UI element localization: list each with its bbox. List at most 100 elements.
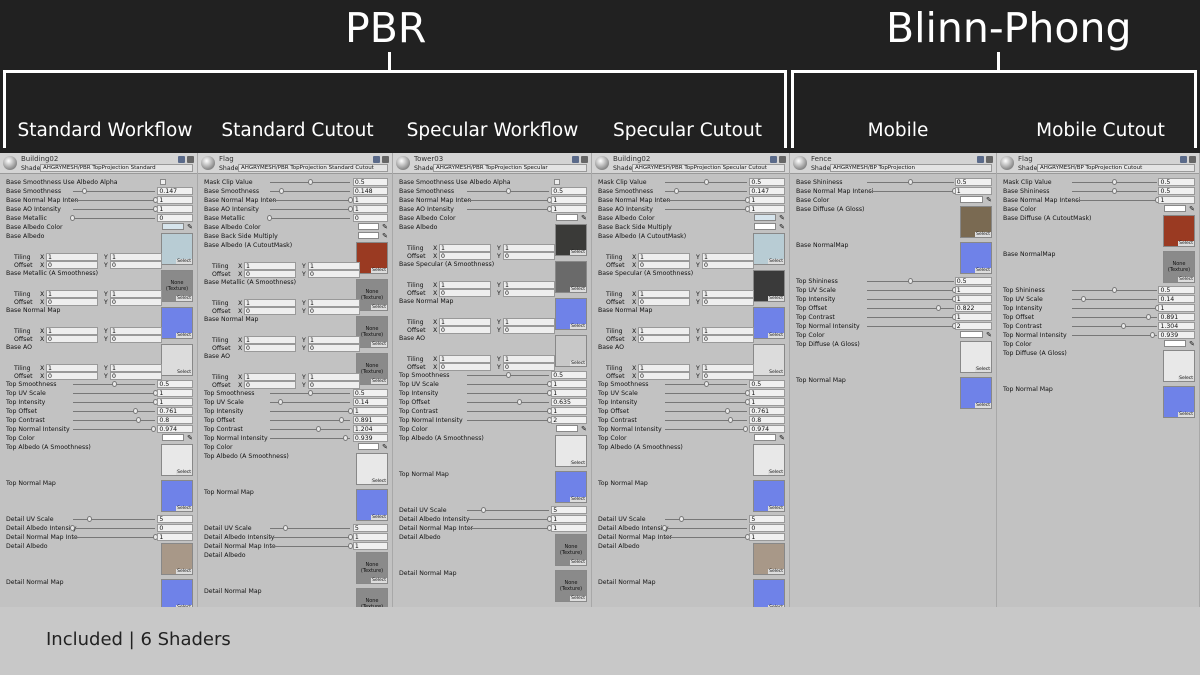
value-field[interactable]: 0 [352,214,388,222]
select-button[interactable]: Select [975,268,991,273]
value-field[interactable]: 0.891 [352,416,388,424]
texture-slot[interactable]: Select [753,579,785,607]
vector-y-field[interactable]: 1 [503,244,555,252]
value-field[interactable]: 0.147 [749,187,785,195]
value-field[interactable]: 0.761 [749,407,785,415]
value-field[interactable]: 0.939 [1158,331,1195,339]
value-field[interactable]: 1 [352,205,388,213]
value-field[interactable]: 5 [157,515,193,523]
texture-slot[interactable]: Select [753,480,785,512]
slider-knob[interactable] [136,417,142,423]
vector-y-field[interactable]: 0 [308,307,360,315]
book-icon[interactable] [1180,156,1187,163]
vector-x-field[interactable]: 1 [439,355,491,363]
vector-x-field[interactable]: 0 [46,335,98,343]
value-field[interactable]: 1 [551,196,587,204]
slider-track[interactable] [270,438,350,439]
slider-track[interactable] [73,429,155,430]
value-field[interactable]: 0.5 [551,371,587,379]
slider-track[interactable] [467,420,549,421]
value-field[interactable]: 0.148 [352,187,388,195]
value-field[interactable]: 1 [954,295,992,303]
vector-y-field[interactable]: 0 [308,381,360,389]
slider-track[interactable] [467,384,549,385]
color-swatch[interactable] [162,434,184,441]
select-button[interactable]: Select [975,403,991,408]
slider-knob[interactable] [82,188,88,194]
vector-x-field[interactable]: 0 [46,261,98,269]
value-field[interactable]: 0.5 [954,277,992,285]
color-swatch[interactable] [754,223,776,230]
slider-knob[interactable] [516,399,522,405]
vector-y-field[interactable]: 1 [308,373,360,381]
slider-knob[interactable] [278,399,284,405]
vector-x-field[interactable]: 0 [439,326,491,334]
vector-y-field[interactable]: 1 [702,253,754,261]
select-button[interactable]: Select [768,470,784,475]
color-swatch[interactable] [357,232,379,239]
slider-knob[interactable] [703,381,709,387]
vector-x-field[interactable]: 0 [439,363,491,371]
vector-x-field[interactable]: 1 [244,299,296,307]
vector-x-field[interactable]: 1 [638,327,690,335]
texture-slot[interactable]: Select [753,344,785,376]
book-icon[interactable] [373,156,380,163]
value-field[interactable]: 0.8 [157,416,193,424]
texture-slot[interactable]: Select [753,307,785,339]
slider-knob[interactable] [505,372,511,378]
select-button[interactable]: Select [371,379,387,384]
vector-x-field[interactable]: 1 [46,364,98,372]
book-icon[interactable] [977,156,984,163]
value-field[interactable]: 1 [1158,196,1195,204]
texture-slot[interactable]: Select [555,435,587,467]
checkbox[interactable] [160,179,166,185]
value-field[interactable]: 1 [954,286,992,294]
slider-track[interactable] [665,420,747,421]
select-button[interactable]: Select [371,479,387,484]
value-field[interactable]: 5 [749,515,785,523]
value-field[interactable]: 1 [157,398,193,406]
shader-dropdown[interactable]: AHGRYMESH/PBR TopProjection Specular Cut… [632,164,785,172]
color-swatch[interactable] [1163,205,1186,212]
slider-track[interactable] [270,218,350,219]
slider-knob[interactable] [307,390,313,396]
slider-knob[interactable] [133,408,139,414]
slider-track[interactable] [867,299,954,300]
vector-x-field[interactable]: 0 [638,372,690,380]
slider-knob[interactable] [343,435,349,441]
eyedropper-icon[interactable]: ✎ [986,331,992,339]
eyedropper-icon[interactable]: ✎ [779,434,785,442]
texture-slot[interactable]: Select [555,261,587,293]
value-field[interactable]: 5 [352,524,388,532]
value-field[interactable]: 0 [157,524,193,532]
select-button[interactable]: Select [176,296,192,301]
value-field[interactable]: 1 [749,398,785,406]
color-swatch[interactable] [754,214,776,221]
eyedropper-icon[interactable]: ✎ [1189,205,1195,213]
vector-x-field[interactable]: 1 [638,364,690,372]
texture-slot[interactable]: Select [753,233,785,265]
vector-x-field[interactable]: 0 [244,344,296,352]
texture-slot[interactable]: Select [161,344,193,376]
texture-slot[interactable]: Select [1163,386,1195,418]
slider-knob[interactable] [480,507,486,513]
color-swatch[interactable] [162,223,184,230]
checkbox[interactable] [554,179,560,185]
vector-y-field[interactable]: 0 [503,252,555,260]
vector-x-field[interactable]: 0 [46,298,98,306]
slider-knob[interactable] [70,525,75,531]
gear-icon[interactable] [1189,156,1196,163]
select-button[interactable]: Select [1178,277,1194,282]
select-button[interactable]: Select [371,578,387,583]
select-button[interactable]: Select [768,333,784,338]
vector-y-field[interactable]: 0 [308,344,360,352]
select-button[interactable]: Select [570,560,586,565]
slider-track[interactable] [73,537,155,538]
slider-track[interactable] [665,209,747,210]
texture-slot[interactable]: Select [161,480,193,512]
value-field[interactable]: 0.147 [157,187,193,195]
slider-track[interactable] [467,519,549,520]
value-field[interactable]: 1 [749,389,785,397]
eyedropper-icon[interactable]: ✎ [382,232,388,240]
slider-knob[interactable] [1112,179,1117,185]
